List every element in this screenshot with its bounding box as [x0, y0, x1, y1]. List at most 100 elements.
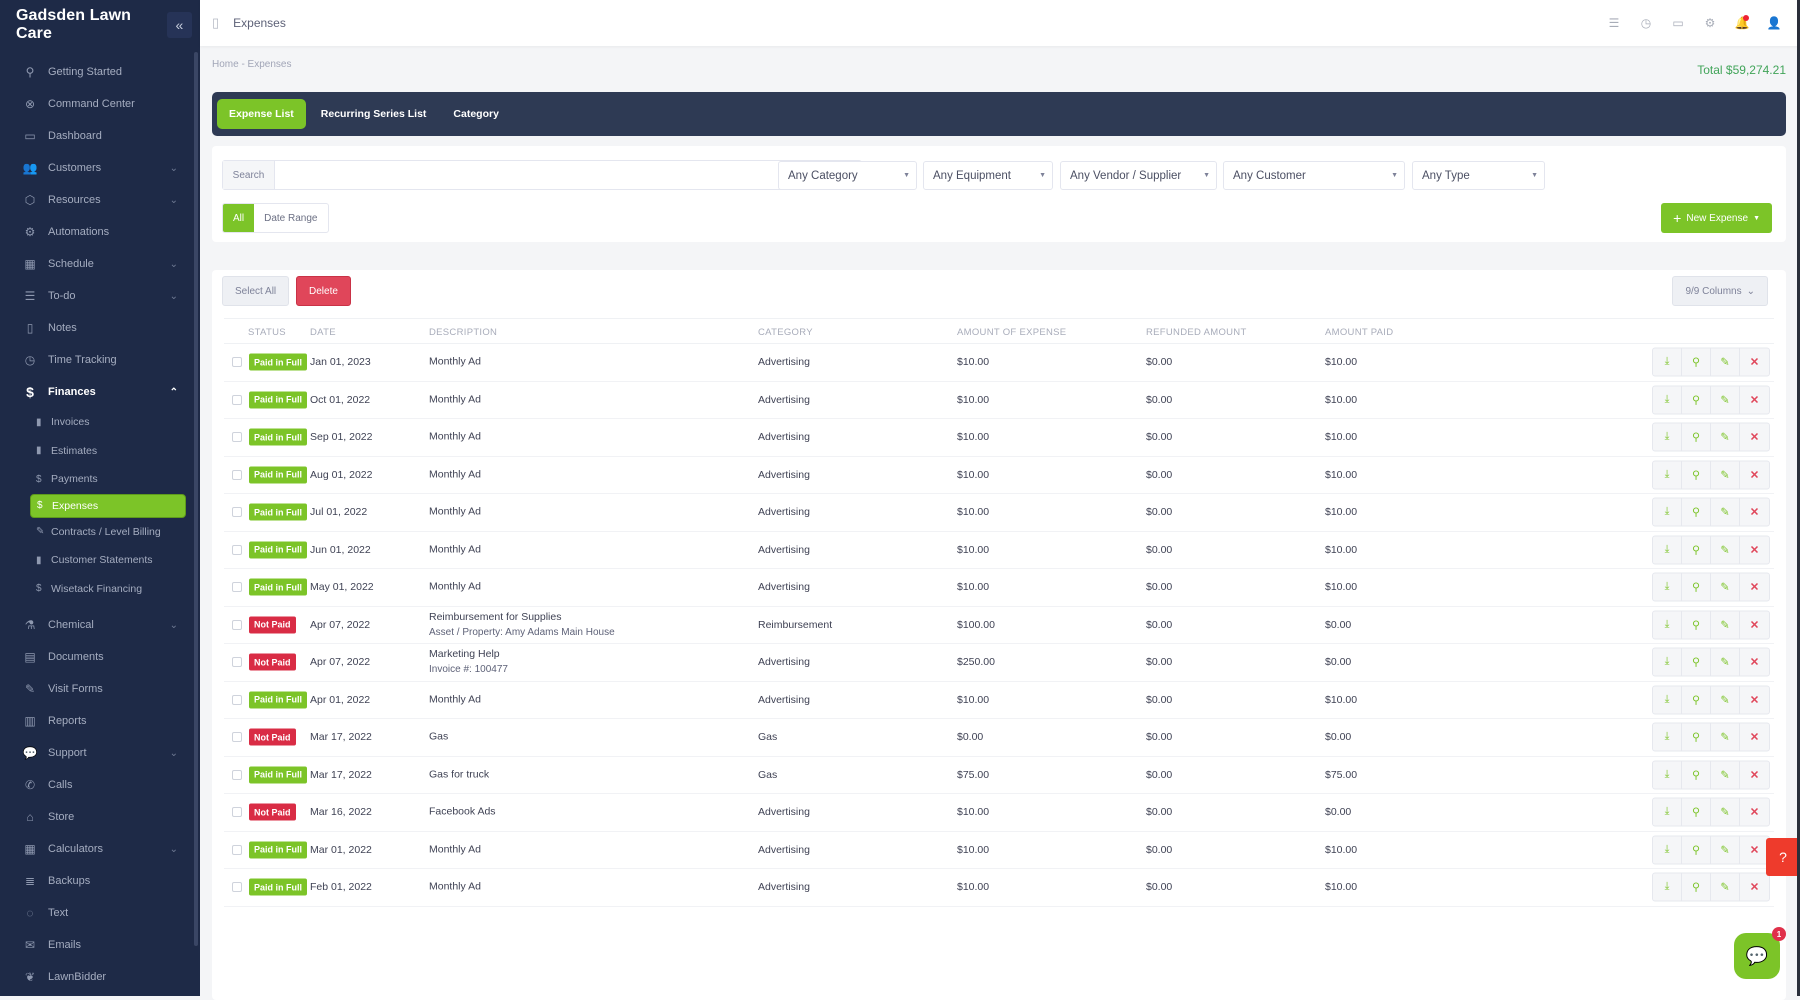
- header-status[interactable]: STATUS: [248, 327, 286, 338]
- row-checkbox[interactable]: [232, 769, 242, 780]
- download-icon[interactable]: ⤓: [1653, 423, 1682, 451]
- view-search-icon[interactable]: ⚲: [1682, 873, 1711, 901]
- sidebar-subitem-contracts-level-billing[interactable]: ✎ Contracts / Level Billing: [0, 518, 200, 547]
- edit-pencil-icon[interactable]: ✎: [1711, 761, 1740, 789]
- sidebar-subitem-customer-statements[interactable]: ▮ Customer Statements: [0, 546, 200, 575]
- task-list-icon[interactable]: ☰: [1606, 16, 1622, 30]
- row-checkbox[interactable]: [232, 732, 242, 743]
- edit-pencil-icon[interactable]: ✎: [1711, 348, 1740, 376]
- sidebar-item-dashboard[interactable]: ▭ Dashboard: [0, 120, 200, 152]
- view-search-icon[interactable]: ⚲: [1682, 348, 1711, 376]
- row-checkbox[interactable]: [232, 844, 242, 855]
- view-search-icon[interactable]: ⚲: [1682, 686, 1711, 714]
- delete-x-icon[interactable]: ✕: [1740, 724, 1769, 751]
- chevron-up-icon[interactable]: ⌃: [170, 387, 178, 398]
- equipment-select[interactable]: Any Equipment ▼: [923, 161, 1053, 190]
- view-search-icon[interactable]: ⚲: [1682, 648, 1711, 676]
- edit-pencil-icon[interactable]: ✎: [1711, 723, 1740, 751]
- row-checkbox[interactable]: [232, 432, 242, 443]
- chat-widget-button[interactable]: 💬 1: [1734, 927, 1786, 979]
- download-icon[interactable]: ⤓: [1653, 798, 1682, 826]
- sidebar-item-text[interactable]: ◌ Text: [0, 897, 200, 929]
- header-refunded-amount[interactable]: REFUNDED AMOUNT: [1146, 327, 1247, 338]
- delete-button[interactable]: Delete: [296, 276, 351, 306]
- table-row[interactable]: Paid in Full Sep 01, 2022 Monthly Ad Advert…: [224, 419, 1774, 457]
- delete-x-icon[interactable]: ✕: [1740, 761, 1769, 788]
- type-select[interactable]: Any Type ▼: [1412, 161, 1545, 190]
- row-checkbox[interactable]: [232, 619, 242, 630]
- sidebar-item-backups[interactable]: ≣ Backups: [0, 865, 200, 897]
- sidebar-item-resources[interactable]: ⬡ Resources ⌄: [0, 184, 200, 216]
- table-row[interactable]: Paid in Full May 01, 2022 Monthly Ad Advert…: [224, 569, 1774, 607]
- table-row[interactable]: Not Paid Mar 16, 2022 Facebook Ads Advertis…: [224, 794, 1774, 832]
- chevron-down-icon[interactable]: ⌄: [170, 748, 178, 759]
- sidebar-item-visit-forms[interactable]: ✎ Visit Forms: [0, 673, 200, 705]
- download-icon[interactable]: ⤓: [1653, 461, 1682, 489]
- download-icon[interactable]: ⤓: [1653, 348, 1682, 376]
- sidebar-item-store[interactable]: ⌂ Store: [0, 801, 200, 833]
- view-search-icon[interactable]: ⚲: [1682, 573, 1711, 601]
- download-icon[interactable]: ⤓: [1653, 723, 1682, 751]
- sidebar-subitem-estimates[interactable]: ▮ Estimates: [0, 437, 200, 466]
- sidebar-subitem-invoices[interactable]: ▮ Invoices: [0, 408, 200, 437]
- header-description[interactable]: DESCRIPTION: [429, 327, 497, 338]
- row-checkbox[interactable]: [232, 357, 242, 368]
- delete-x-icon[interactable]: ✕: [1740, 349, 1769, 376]
- download-icon[interactable]: ⤓: [1653, 498, 1682, 526]
- row-checkbox[interactable]: [232, 469, 242, 480]
- message-icon[interactable]: ▭: [1670, 16, 1686, 30]
- download-icon[interactable]: ⤓: [1653, 873, 1682, 901]
- delete-x-icon[interactable]: ✕: [1740, 386, 1769, 413]
- edit-pencil-icon[interactable]: ✎: [1711, 648, 1740, 676]
- download-icon[interactable]: ⤓: [1653, 573, 1682, 601]
- row-checkbox[interactable]: [232, 394, 242, 405]
- select-all-button[interactable]: Select All: [222, 276, 290, 306]
- sidebar-item-getting-started[interactable]: ⚲ Getting Started: [0, 56, 200, 88]
- header-category[interactable]: CATEGORY: [758, 327, 813, 338]
- view-search-icon[interactable]: ⚲: [1682, 836, 1711, 864]
- filter-date-range-button[interactable]: Date Range: [254, 204, 327, 232]
- edit-pencil-icon[interactable]: ✎: [1711, 873, 1740, 901]
- sidebar-item-calls[interactable]: ✆ Calls: [0, 769, 200, 801]
- vendor-select[interactable]: Any Vendor / Supplier ▼: [1060, 161, 1217, 190]
- customer-select[interactable]: Any Customer ▼: [1223, 161, 1405, 190]
- edit-pencil-icon[interactable]: ✎: [1711, 686, 1740, 714]
- sidebar-item-documents[interactable]: ▤ Documents: [0, 641, 200, 673]
- edit-pencil-icon[interactable]: ✎: [1711, 611, 1740, 639]
- sidebar-item-calculators[interactable]: ▦ Calculators ⌄: [0, 833, 200, 865]
- edit-pencil-icon[interactable]: ✎: [1711, 836, 1740, 864]
- chevron-down-icon[interactable]: ⌄: [170, 844, 178, 855]
- delete-x-icon[interactable]: ✕: [1740, 461, 1769, 488]
- table-row[interactable]: Paid in Full Mar 01, 2022 Monthly Ad Advert…: [224, 832, 1774, 869]
- chevron-down-icon[interactable]: ⌄: [170, 259, 178, 270]
- table-row[interactable]: Paid in Full Aug 01, 2022 Monthly Ad Advert…: [224, 457, 1774, 494]
- view-search-icon[interactable]: ⚲: [1682, 723, 1711, 751]
- user-profile-icon[interactable]: 👤: [1766, 16, 1782, 30]
- view-search-icon[interactable]: ⚲: [1682, 536, 1711, 564]
- settings-gear-icon[interactable]: ⚙: [1702, 16, 1718, 30]
- row-checkbox[interactable]: [232, 507, 242, 518]
- delete-x-icon[interactable]: ✕: [1740, 611, 1769, 638]
- sidebar-item-reports[interactable]: ▥ Reports: [0, 705, 200, 737]
- table-row[interactable]: Not Paid Apr 07, 2022 Marketing Help Invoic…: [224, 644, 1774, 682]
- download-icon[interactable]: ⤓: [1653, 648, 1682, 676]
- download-icon[interactable]: ⤓: [1653, 836, 1682, 864]
- download-icon[interactable]: ⤓: [1653, 686, 1682, 714]
- header-amount-of-expense[interactable]: AMOUNT OF EXPENSE: [957, 327, 1066, 338]
- chevron-down-icon[interactable]: ⌄: [170, 195, 178, 206]
- delete-x-icon[interactable]: ✕: [1740, 424, 1769, 451]
- table-row[interactable]: Paid in Full Jul 01, 2022 Monthly Ad Advert…: [224, 494, 1774, 532]
- collapse-sidebar-icon[interactable]: «: [166, 12, 192, 38]
- view-search-icon[interactable]: ⚲: [1682, 798, 1711, 826]
- sidebar-item-support[interactable]: 💬 Support ⌄: [0, 737, 200, 769]
- sidebar-item-command-center[interactable]: ⊗ Command Center: [0, 88, 200, 120]
- sidebar-item-schedule[interactable]: ▦ Schedule ⌄: [0, 248, 200, 280]
- clock-icon[interactable]: ◷: [1638, 16, 1654, 30]
- table-row[interactable]: Paid in Full Mar 17, 2022 Gas for truck Gas…: [224, 757, 1774, 794]
- category-select[interactable]: Any Category ▼: [778, 161, 917, 190]
- edit-pencil-icon[interactable]: ✎: [1711, 573, 1740, 601]
- download-icon[interactable]: ⤓: [1653, 386, 1682, 414]
- header-amount-paid[interactable]: AMOUNT PAID: [1325, 327, 1393, 338]
- sidebar-subitem-wisetack-financing[interactable]: $ Wisetack Financing: [0, 575, 200, 604]
- notification-bell-icon[interactable]: 🔔: [1734, 15, 1750, 30]
